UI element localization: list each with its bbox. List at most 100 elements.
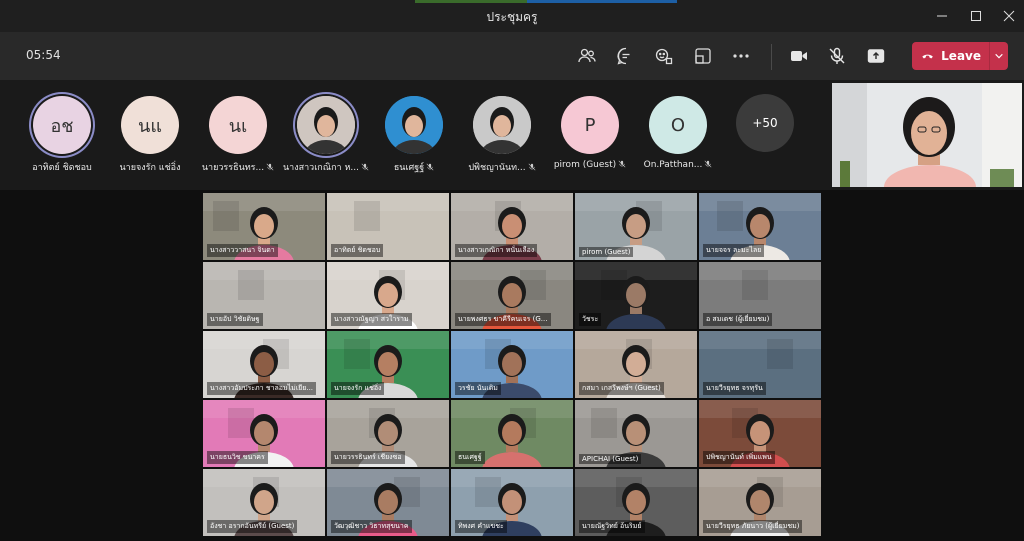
tile-name: อังชา อรากอันทรีย์ (Guest) (210, 522, 295, 530)
mic-muted-icon (829, 47, 845, 64)
minimize-button[interactable] (927, 4, 957, 28)
tile-name: กสมา เกสรีพงษ์ฯ (Guest) (582, 384, 661, 392)
video-tile[interactable]: นางสาวอัมประภา ชาลอมไม่เยีย... (203, 331, 325, 398)
video-tile[interactable]: นายวีรยุทธ จรทุรัน (699, 331, 821, 398)
video-tile[interactable]: นายจงรัก แช่อิ่ง (327, 331, 449, 398)
self-video-image (832, 83, 1022, 187)
tile-name: นางสาวเกณิกา หนั่นเลือง (458, 246, 535, 254)
chat-icon (617, 47, 630, 65)
avatar-initials: นเ (228, 115, 248, 137)
mic-button[interactable] (823, 42, 851, 70)
tile-name: นางสาววาสนา จินดา (210, 246, 275, 254)
video-tile[interactable]: นายอัป วิชัยดิษฐ (203, 262, 325, 329)
more-actions-button[interactable] (727, 42, 755, 70)
tile-name-label: นายอัป วิชัยดิษฐ (207, 313, 263, 326)
participant-name: On.Patthan... (626, 160, 730, 170)
breakout-rooms-icon (695, 48, 711, 64)
tile-name: ธนเศฐฐ์ (458, 453, 482, 461)
participant-2[interactable]: นแนายจงรัก แช่อิ่ง (110, 96, 190, 188)
tile-name-label: วัชระ (579, 313, 602, 326)
avatar: อช (33, 96, 91, 154)
tile-name-label: นายวีรยุทธ จรทุรัน (703, 382, 766, 395)
close-window-button[interactable] (994, 4, 1024, 28)
tile-name: นายจจร ละมะไลย (706, 246, 762, 254)
reactions-button[interactable] (650, 42, 678, 70)
people-button[interactable] (573, 42, 601, 70)
participant-5[interactable]: ธนเศฐฐ์ (374, 96, 454, 188)
mic-muted-icon (618, 160, 626, 168)
tile-name-label: นางสาวเกณิกา หนั่นเลือง (455, 244, 538, 257)
people-icon (578, 48, 596, 63)
tile-name-label: นางสาวอัมประภา ชาลอมไม่เยีย... (207, 382, 317, 395)
video-tile[interactable]: ปพิชญานันท์ เพิ่มแพน (699, 400, 821, 467)
video-tile[interactable]: กสมา เกสรีพงษ์ฯ (Guest) (575, 331, 697, 398)
avatar-initials: นแ (138, 115, 162, 137)
tile-name: pirom (Guest) (582, 248, 631, 256)
chat-button[interactable] (612, 42, 640, 70)
window-title: ประชุมครู (486, 10, 538, 24)
video-tile[interactable]: นางสาววาสนา จินดา (203, 193, 325, 260)
video-tile[interactable]: อ สมเดช (ผู้เยี่ยมชม) (699, 262, 821, 329)
video-tile[interactable]: นายณัฐวิทย์ อ้นริมย์ (575, 469, 697, 536)
participant-6[interactable]: ปพิชญานันท... (462, 96, 542, 188)
video-tile[interactable]: อาทิตย์ ชิดชอบ (327, 193, 449, 260)
tile-name: อ สมเดช (ผู้เยี่ยมชม) (706, 315, 770, 323)
reactions-icon (655, 48, 673, 65)
video-tile[interactable]: นางสาวณัฐญา สวใาราม (327, 262, 449, 329)
avatar-initials: อช (50, 115, 74, 137)
participant-1[interactable]: อช อาทิตย์ ชิดชอบ (22, 96, 102, 188)
video-tile[interactable]: นายวีรยุทธ ภัยนาว (ผู้เยี่ยมชม) (699, 469, 821, 536)
participant-name-text: นายจงรัก แช่อิ่ง (119, 163, 181, 173)
share-button[interactable] (862, 42, 890, 70)
participant-4[interactable]: นางสาวเกณิกา ห... (283, 96, 369, 188)
tile-name-label: นายวีรยุทธ ภัยนาว (ผู้เยี่ยมชม) (703, 520, 803, 533)
video-tile[interactable]: pirom (Guest) (575, 193, 697, 260)
tile-name: นางสาวณัฐญา สวใาราม (334, 315, 409, 323)
tile-name-label: pirom (Guest) (579, 247, 634, 257)
tile-name: นายวีรยุทธ ภัยนาว (ผู้เยี่ยมชม) (706, 522, 800, 530)
meeting-toolbar: 05:54 Leave (0, 32, 1024, 80)
tile-name: นางสาวอัมประภา ชาลอมไม่เยีย... (210, 384, 314, 392)
tile-name: วรชัย นันเดิม (458, 384, 498, 392)
tile-name-label: วรชัย นันเดิม (455, 382, 501, 395)
video-tile[interactable]: วรชัย นันเดิม (451, 331, 573, 398)
rooms-button[interactable] (689, 42, 717, 70)
chevron-down-icon (995, 53, 1003, 59)
more-participants-button[interactable]: +50 (736, 94, 794, 152)
mic-muted-icon (704, 160, 712, 168)
camera-button[interactable] (785, 42, 813, 70)
tile-name-label: วัฒวุฒิชาว วิธาทสุขนาค (331, 520, 412, 533)
title-bar: ประชุมครู (0, 0, 1024, 32)
avatar-photo (385, 96, 443, 154)
participant-name-text: นายวรรธินทร... (201, 163, 265, 173)
video-tile[interactable]: ธนเศฐฐ์ (451, 400, 573, 467)
tile-name-label: นายจจร ละมะไลย (703, 244, 765, 257)
participant-3[interactable]: นเนายวรรธินทร... (198, 96, 278, 188)
leave-button[interactable]: Leave (912, 42, 1008, 70)
tile-name: นายอัป วิชัยดิษฐ (210, 315, 260, 323)
participant-7[interactable]: Ppirom (Guest) (550, 96, 630, 188)
video-tile[interactable]: อังชา อรากอันทรีย์ (Guest) (203, 469, 325, 536)
video-tile[interactable]: นายจจร ละมะไลย (699, 193, 821, 260)
video-tile[interactable]: ทิพงศ คำแขชะ (451, 469, 573, 536)
participant-name-text: On.Patthan... (643, 160, 703, 170)
tile-name-label: นายพงศธร ขาคีรีคนเจร (G... (455, 313, 551, 326)
share-screen-icon (867, 49, 885, 63)
avatar-photo (473, 96, 531, 154)
video-tile[interactable]: นางสาวเกณิกา หนั่นเลือง (451, 193, 573, 260)
leave-options-button[interactable] (990, 51, 1008, 61)
tile-name-label: นายจงรัก แช่อิ่ง (331, 382, 385, 395)
video-tile[interactable]: นายธนวิช ขนาคร (203, 400, 325, 467)
video-tile[interactable]: วัชระ (575, 262, 697, 329)
video-tile[interactable]: วัฒวุฒิชาว วิธาทสุขนาค (327, 469, 449, 536)
video-tile[interactable]: APICHAI (Guest) (575, 400, 697, 467)
self-video-preview[interactable] (832, 83, 1022, 187)
video-tile[interactable]: นายพงศธร ขาคีรีคนเจร (G... (451, 262, 573, 329)
participant-8[interactable]: O On.Patthan... (638, 96, 718, 188)
maximize-button[interactable] (961, 4, 991, 28)
leave-main[interactable]: Leave (912, 48, 981, 64)
avatar-initials: O (670, 114, 686, 136)
tile-name-label: กสมา เกสรีพงษ์ฯ (Guest) (579, 382, 664, 395)
mic-muted-icon (426, 163, 434, 171)
video-tile[interactable]: นายวรรธินทร์ เชียงซอ (327, 400, 449, 467)
